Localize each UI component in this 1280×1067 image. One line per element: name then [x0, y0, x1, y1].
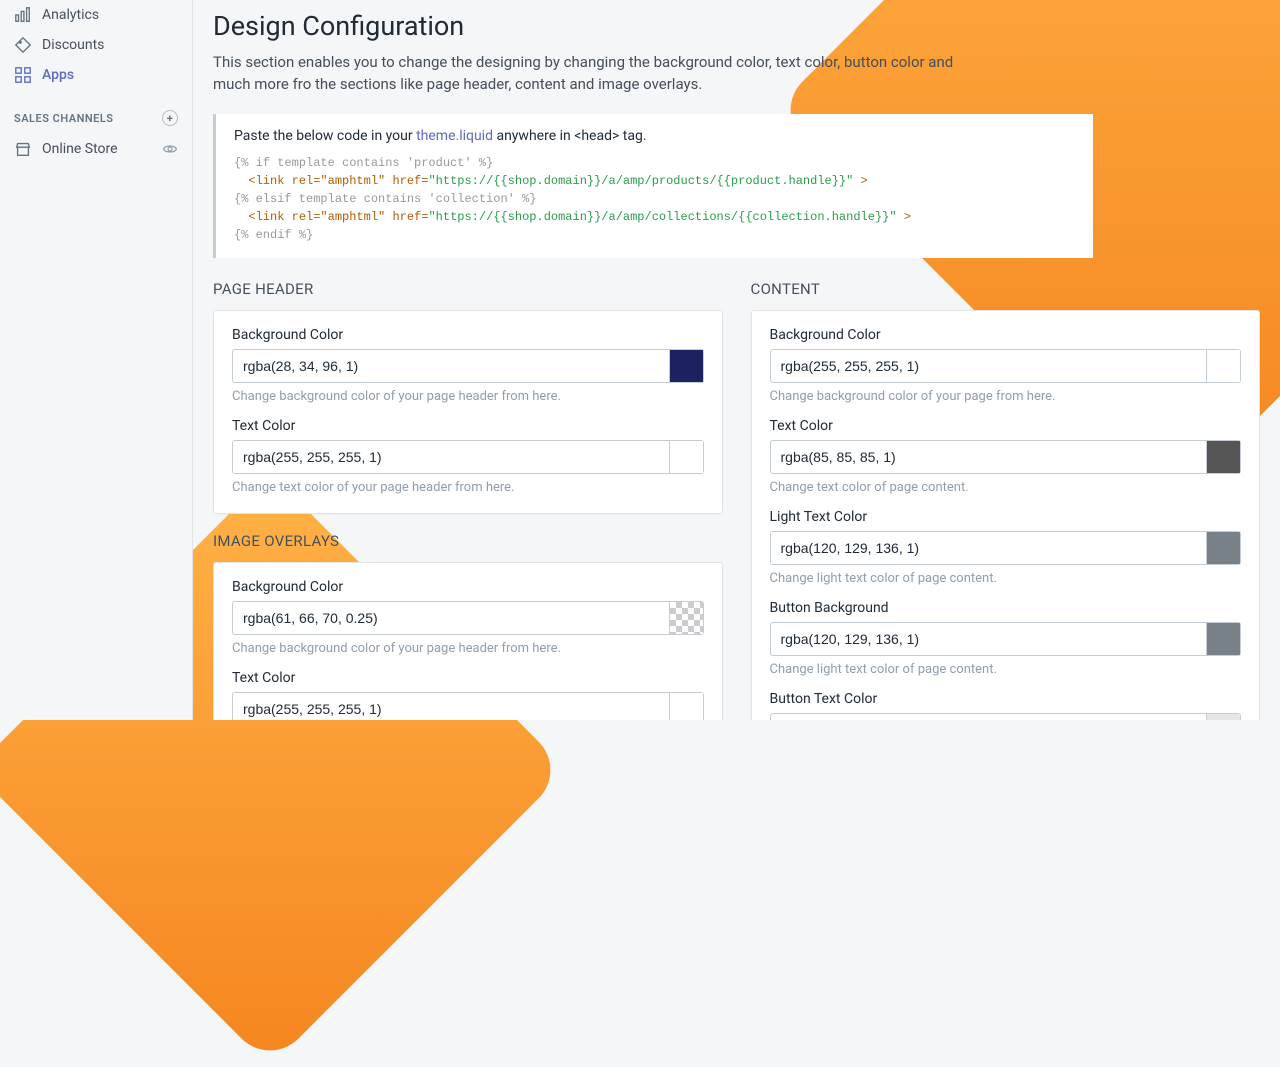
color-swatch[interactable]: [669, 350, 703, 382]
sales-channels-label: SALES CHANNELS +: [0, 90, 192, 134]
content-text-input[interactable]: [771, 441, 1207, 473]
field-label: Background Color: [232, 327, 704, 343]
button-bg-input[interactable]: [771, 623, 1207, 655]
page-description: This section enables you to change the d…: [213, 52, 973, 96]
color-swatch[interactable]: [1206, 532, 1240, 564]
color-swatch[interactable]: [1206, 714, 1240, 721]
color-swatch[interactable]: [669, 693, 703, 721]
store-icon: [14, 140, 32, 158]
field-hint: Change background color of your page fro…: [770, 389, 1242, 404]
field-label: Light Text Color: [770, 509, 1242, 525]
section-title-image-overlays: IMAGE OVERLAYS: [213, 532, 723, 550]
field-label: Button Text Color: [770, 691, 1242, 707]
page-header-card: Background Color Change background color…: [213, 310, 723, 514]
field-label: Text Color: [232, 670, 704, 686]
button-text-input[interactable]: [771, 714, 1207, 721]
overlay-bg-input[interactable]: [233, 602, 669, 634]
color-swatch[interactable]: [1206, 441, 1240, 473]
field-label: Text Color: [232, 418, 704, 434]
theme-liquid-link[interactable]: theme.liquid: [416, 128, 493, 144]
view-icon[interactable]: [162, 141, 178, 157]
sidebar-item-apps[interactable]: Apps: [0, 60, 192, 90]
sidebar: Analytics Discounts Apps SALES CHANNELS …: [0, 0, 193, 720]
field-label: Button Background: [770, 600, 1242, 616]
page-title: Design Configuration: [213, 10, 1260, 42]
sidebar-item-discounts[interactable]: Discounts: [0, 30, 192, 60]
section-title-content: CONTENT: [751, 280, 1261, 298]
main-content: Design Configuration This section enable…: [193, 0, 1280, 720]
field-label: Background Color: [770, 327, 1242, 343]
field-label: Text Color: [770, 418, 1242, 434]
page-header-text-input[interactable]: [233, 441, 669, 473]
section-title-page-header: PAGE HEADER: [213, 280, 723, 298]
field-hint: Change text color of your page header fr…: [232, 480, 704, 495]
code-instruction-card: Paste the below code in your theme.liqui…: [213, 114, 1093, 258]
content-bg-input[interactable]: [771, 350, 1207, 382]
image-overlays-card: Background Color Change background color…: [213, 562, 723, 721]
discount-icon: [14, 36, 32, 54]
color-swatch[interactable]: [669, 441, 703, 473]
sidebar-item-analytics[interactable]: Analytics: [0, 0, 192, 30]
code-snippet: {% if template contains 'product' %} <li…: [234, 154, 1075, 244]
content-card: Background Color Change background color…: [751, 310, 1261, 721]
sidebar-item-label: Apps: [42, 67, 74, 83]
color-swatch[interactable]: [1206, 350, 1240, 382]
field-hint: Change light text color of page content.: [770, 662, 1242, 677]
sidebar-item-label: Discounts: [42, 37, 104, 53]
field-hint: Change text color of page content.: [770, 480, 1242, 495]
field-hint: Change light text color of page content.: [770, 571, 1242, 586]
overlay-text-input[interactable]: [233, 693, 669, 721]
sidebar-item-online-store[interactable]: Online Store: [0, 134, 192, 164]
code-instruction-text: Paste the below code in your theme.liqui…: [234, 128, 1075, 144]
add-channel-icon[interactable]: +: [162, 110, 178, 126]
sidebar-item-label: Online Store: [42, 141, 118, 157]
page-header-bg-input[interactable]: [233, 350, 669, 382]
field-hint: Change background color of your page hea…: [232, 641, 704, 656]
color-swatch[interactable]: [669, 602, 703, 634]
apps-icon: [14, 66, 32, 84]
content-light-text-input[interactable]: [771, 532, 1207, 564]
field-hint: Change background color of your page hea…: [232, 389, 704, 404]
field-label: Background Color: [232, 579, 704, 595]
color-swatch[interactable]: [1206, 623, 1240, 655]
analytics-icon: [14, 6, 32, 24]
sidebar-item-label: Analytics: [42, 7, 99, 23]
